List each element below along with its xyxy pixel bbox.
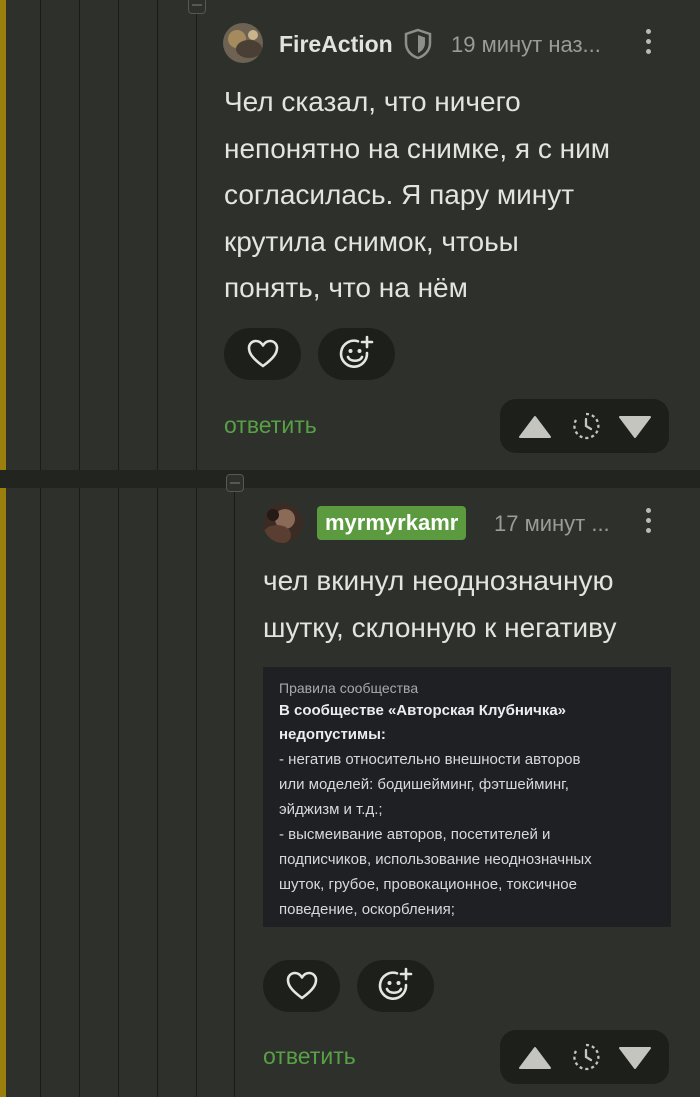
rules-line: - высмеивание авторов, посетителей и — [279, 826, 551, 843]
text-line: непонятно на снимке, я с ним — [224, 132, 610, 164]
like-button[interactable] — [263, 960, 340, 1012]
add-reaction-button[interactable] — [318, 328, 395, 380]
upvote-icon[interactable] — [518, 1046, 552, 1070]
rules-line: поведение, оскорбления; — [279, 901, 455, 918]
text-line: крутила снимок, чтоьы — [224, 225, 519, 257]
rating-timer-icon — [573, 412, 600, 440]
add-reaction-icon — [378, 967, 412, 1000]
thread-line — [79, 0, 80, 1097]
attached-screenshot[interactable]: Правила сообщества В сообществе «Авторск… — [263, 667, 671, 927]
upvote-icon[interactable] — [518, 415, 552, 439]
username[interactable]: myrmyrkamr — [317, 506, 467, 540]
add-reaction-icon — [339, 335, 373, 368]
avatar[interactable] — [223, 23, 263, 63]
avatar-myrmyrkamr — [263, 503, 303, 543]
text-line: понять, что на нём — [224, 272, 468, 303]
rules-line: шуток, грубое, провокационное, токсичное — [279, 876, 577, 893]
username[interactable]: FireAction — [279, 31, 393, 58]
thread-line — [118, 0, 119, 1097]
thread-divider — [0, 470, 700, 488]
reply-link[interactable]: ответить — [224, 412, 317, 439]
collapse-icon[interactable] — [188, 0, 206, 14]
comment-text: чел вкинул неоднозначную шутку, склонную… — [263, 558, 693, 651]
rules-line: подписчиков, использование неоднозначных — [279, 851, 592, 868]
comment-text: Чел сказал, что ничего непонятно на сним… — [224, 79, 684, 312]
shield-icon — [404, 28, 432, 60]
downvote-icon[interactable] — [618, 1046, 652, 1070]
timestamp: 19 минут наз... — [451, 32, 601, 57]
rating-control — [500, 1030, 669, 1084]
more-icon[interactable] — [643, 508, 653, 540]
rules-line: или моделей: бодишейминг, фэтшейминг, — [279, 776, 569, 793]
rules-line: эйджизм и т.д.; — [279, 801, 383, 818]
heart-icon — [286, 971, 317, 1000]
thread-line — [196, 488, 197, 1097]
downvote-icon[interactable] — [618, 415, 652, 439]
add-reaction-button[interactable] — [357, 960, 434, 1012]
rules-line: - негатив относительно внешности авторов — [279, 751, 581, 768]
heart-icon — [247, 339, 278, 368]
rules-heading: недопустимы: — [279, 726, 386, 743]
more-icon[interactable] — [643, 29, 653, 61]
rating-timer-icon — [573, 1043, 600, 1071]
text-line: Чел сказал, что ничего — [224, 86, 521, 117]
like-button[interactable] — [224, 328, 301, 380]
collapse-icon[interactable] — [226, 474, 244, 492]
avatar-fireaction — [223, 23, 263, 63]
text-line: согласилась. Я пару минут — [224, 179, 575, 210]
rules-heading: В сообществе «Авторская Клубничка» — [279, 702, 567, 719]
reply-link[interactable]: ответить — [263, 1043, 356, 1070]
timestamp: 17 минут ... — [494, 511, 610, 536]
thread-line — [234, 488, 235, 1097]
thread-line — [157, 0, 158, 1097]
thread-line — [196, 0, 197, 470]
text-line: чел вкинул неоднозначную — [263, 565, 614, 596]
avatar[interactable] — [263, 503, 303, 543]
thread-line — [40, 0, 41, 1097]
rating-control — [500, 399, 669, 453]
thread-marker — [0, 0, 6, 1097]
text-line: шутку, склонную к негативу — [263, 611, 617, 643]
rules-title: Правила сообщества — [279, 680, 419, 696]
